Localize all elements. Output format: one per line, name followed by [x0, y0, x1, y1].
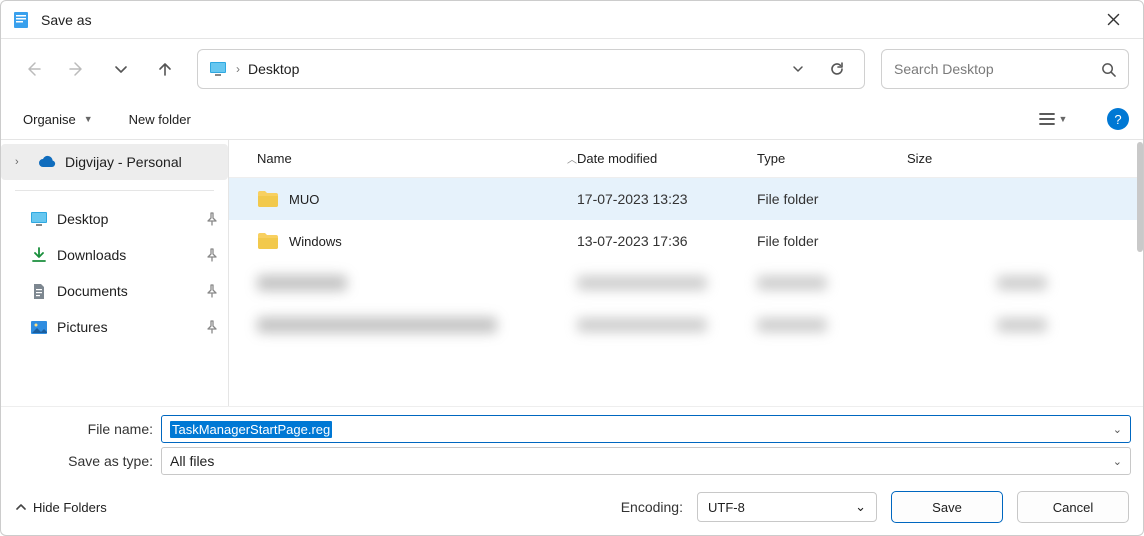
column-headers: Name︿ Date modified Type Size: [229, 140, 1143, 178]
cancel-button[interactable]: Cancel: [1017, 491, 1129, 523]
column-size[interactable]: Size: [907, 151, 1027, 166]
search-icon: [1101, 62, 1116, 77]
pin-icon: [206, 284, 218, 298]
save-fields: File name: TaskManagerStartPage.reg ⌄ Sa…: [1, 406, 1143, 479]
help-button[interactable]: ?: [1107, 108, 1129, 130]
nav-account[interactable]: › Digvijay - Personal: [1, 144, 228, 180]
organise-label: Organise: [23, 112, 76, 127]
sort-asc-icon: ︿: [567, 151, 577, 166]
save-button[interactable]: Save: [891, 491, 1003, 523]
folder-icon: [257, 190, 279, 208]
quick-desktop[interactable]: Desktop: [1, 201, 228, 237]
file-name-label: File name:: [13, 421, 153, 437]
nav-account-label: Digvijay - Personal: [65, 154, 218, 170]
up-button[interactable]: [147, 51, 183, 87]
quick-desktop-label: Desktop: [57, 211, 198, 227]
folder-icon: [257, 232, 279, 250]
document-icon: [29, 281, 49, 301]
quick-documents-label: Documents: [57, 283, 198, 299]
new-folder-label: New folder: [129, 112, 191, 127]
column-date[interactable]: Date modified: [577, 151, 757, 166]
close-button[interactable]: [1093, 5, 1133, 35]
nav-row: › Desktop Search Desktop: [1, 39, 1143, 99]
hide-folders-label: Hide Folders: [33, 500, 107, 515]
search-input[interactable]: Search Desktop: [881, 49, 1129, 89]
blurred-row: [229, 262, 1143, 304]
column-name[interactable]: Name︿: [257, 151, 577, 166]
chevron-down-icon: ▼: [84, 114, 93, 124]
encoding-value: UTF-8: [708, 500, 855, 515]
file-list: Name︿ Date modified Type Size MUO 17-07-…: [229, 140, 1143, 406]
footer: Hide Folders Encoding: UTF-8 ⌄ Save Canc…: [1, 479, 1143, 535]
refresh-button[interactable]: [820, 61, 854, 77]
notepad-icon: [11, 10, 31, 30]
divider: [15, 190, 214, 191]
file-date: 17-07-2023 13:23: [577, 191, 757, 207]
file-name-input[interactable]: TaskManagerStartPage.reg ⌄: [161, 415, 1131, 443]
quick-downloads-label: Downloads: [57, 247, 198, 263]
back-button[interactable]: [15, 51, 51, 87]
navigation-pane: › Digvijay - Personal Desktop Downloads: [1, 140, 229, 406]
chevron-right-icon: ›: [15, 156, 29, 168]
quick-documents[interactable]: Documents: [1, 273, 228, 309]
cloud-icon: [37, 152, 57, 172]
encoding-label: Encoding:: [621, 499, 683, 515]
forward-button[interactable]: [59, 51, 95, 87]
file-name: Windows: [289, 234, 342, 249]
scrollbar-thumb[interactable]: [1137, 142, 1143, 252]
hide-folders-button[interactable]: Hide Folders: [15, 500, 107, 515]
file-type: File folder: [757, 191, 907, 207]
recent-locations-button[interactable]: [103, 51, 139, 87]
encoding-select[interactable]: UTF-8 ⌄: [697, 492, 877, 522]
address-dropdown[interactable]: [784, 63, 812, 75]
file-name-value: TaskManagerStartPage.reg: [170, 421, 332, 438]
file-row[interactable]: MUO 17-07-2023 13:23 File folder: [229, 178, 1143, 220]
quick-pictures[interactable]: Pictures: [1, 309, 228, 345]
blurred-row: [229, 304, 1143, 346]
breadcrumb[interactable]: Desktop: [248, 61, 776, 77]
window-title: Save as: [41, 12, 1093, 28]
pin-icon: [206, 212, 218, 226]
save-type-value: All files: [170, 453, 1113, 469]
file-row[interactable]: Windows 13-07-2023 17:36 File folder: [229, 220, 1143, 262]
save-type-select[interactable]: All files ⌄: [161, 447, 1131, 475]
new-folder-button[interactable]: New folder: [121, 103, 199, 135]
search-placeholder: Search Desktop: [894, 61, 1101, 77]
title-bar: Save as: [1, 1, 1143, 39]
pictures-icon: [29, 317, 49, 337]
chevron-down-icon[interactable]: ⌄: [1113, 423, 1122, 436]
chevron-down-icon: ▼: [1059, 114, 1068, 124]
quick-pictures-label: Pictures: [57, 319, 198, 335]
download-icon: [29, 245, 49, 265]
command-bar: Organise ▼ New folder ▼ ?: [1, 99, 1143, 139]
file-name: MUO: [289, 192, 319, 207]
monitor-icon: [29, 209, 49, 229]
address-bar[interactable]: › Desktop: [197, 49, 865, 89]
main-area: › Digvijay - Personal Desktop Downloads: [1, 139, 1143, 406]
chevron-down-icon[interactable]: ⌄: [1113, 455, 1122, 468]
quick-downloads[interactable]: Downloads: [1, 237, 228, 273]
file-date: 13-07-2023 17:36: [577, 233, 757, 249]
column-type[interactable]: Type: [757, 151, 907, 166]
monitor-icon: [208, 59, 228, 79]
pin-icon: [206, 248, 218, 262]
file-type: File folder: [757, 233, 907, 249]
organise-button[interactable]: Organise ▼: [15, 103, 101, 135]
view-options-button[interactable]: ▼: [1033, 104, 1073, 134]
save-type-label: Save as type:: [13, 453, 153, 469]
chevron-down-icon: ⌄: [855, 499, 866, 515]
pin-icon: [206, 320, 218, 334]
chevron-right-icon: ›: [236, 62, 240, 76]
